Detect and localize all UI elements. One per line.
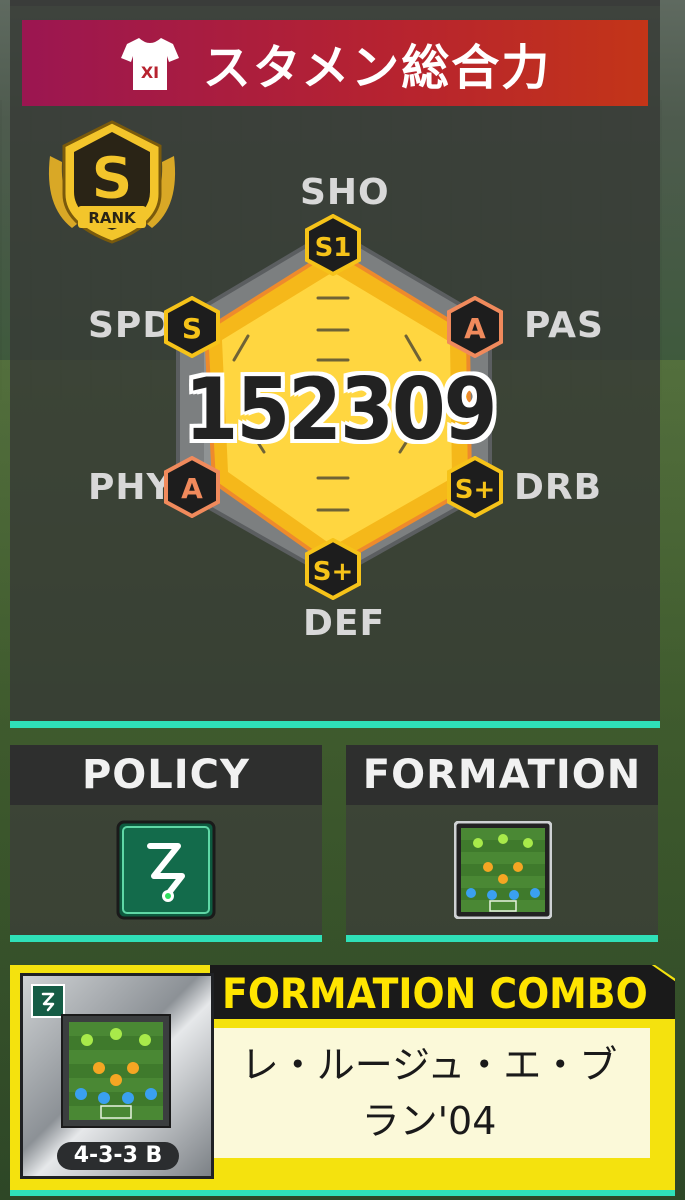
grade-badge-phy: A <box>163 455 221 519</box>
stat-label-phy: PHY <box>88 467 174 508</box>
policy-route-icon[interactable] <box>116 820 216 920</box>
shirt-icon: XI <box>119 34 181 92</box>
formation-panel[interactable]: FORMATION <box>346 745 658 942</box>
combo-formation-label: 4-3-3 B <box>57 1142 179 1170</box>
grade-text-spd: S <box>182 312 202 345</box>
stat-label-sho: SHO <box>300 172 390 213</box>
policy-title: POLICY <box>10 745 322 805</box>
panel-accent-line <box>10 935 322 942</box>
policy-tag-icon <box>31 984 65 1018</box>
stat-label-def: DEF <box>303 603 386 644</box>
grade-badge-sho: S1 <box>304 213 362 277</box>
grade-badge-pas: A <box>446 295 504 359</box>
grade-badge-drb: S+ <box>446 455 504 519</box>
grade-text-drb: S+ <box>455 475 496 505</box>
rank-label: RANK <box>88 209 137 227</box>
rank-grade: S <box>91 144 133 212</box>
combo-title: FORMATION COMBO <box>222 969 648 1018</box>
grade-badge-def: S+ <box>304 537 362 601</box>
shirt-label: XI <box>141 63 159 82</box>
grade-text-pas: A <box>464 312 486 345</box>
panel-accent-line <box>10 1190 675 1196</box>
formation-title: FORMATION <box>346 745 658 805</box>
formation-pitch-icon[interactable] <box>453 820 553 920</box>
title-banner: XI スタメン総合力 <box>22 20 648 106</box>
page-title: スタメン総合力 <box>202 40 552 96</box>
stat-label-pas: PAS <box>524 305 604 346</box>
stat-label-drb: DRB <box>514 467 603 508</box>
total-power-value: 152309 <box>184 360 497 460</box>
grade-text-phy: A <box>181 472 203 505</box>
combo-name-box: レ・ルージュ・エ・ブラン'04 <box>208 1028 650 1158</box>
combo-formation-card[interactable]: 4-3-3 B <box>20 973 214 1179</box>
combo-formation-icon <box>61 1014 171 1128</box>
formation-combo-panel[interactable]: FORMATION COMBO レ・ルージュ・エ・ブラン'04 4-3-3 B <box>10 965 675 1190</box>
panel-accent-line <box>346 935 658 942</box>
stat-label-spd: SPD <box>88 305 174 346</box>
grade-text-def: S+ <box>313 557 354 587</box>
policy-panel[interactable]: POLICY <box>10 745 322 942</box>
combo-name: レ・ルージュ・エ・ブラン'04 <box>240 1043 618 1143</box>
grade-text-sho: S1 <box>315 233 352 263</box>
grade-badge-spd: S <box>163 295 221 359</box>
panel-accent-line <box>10 721 660 728</box>
